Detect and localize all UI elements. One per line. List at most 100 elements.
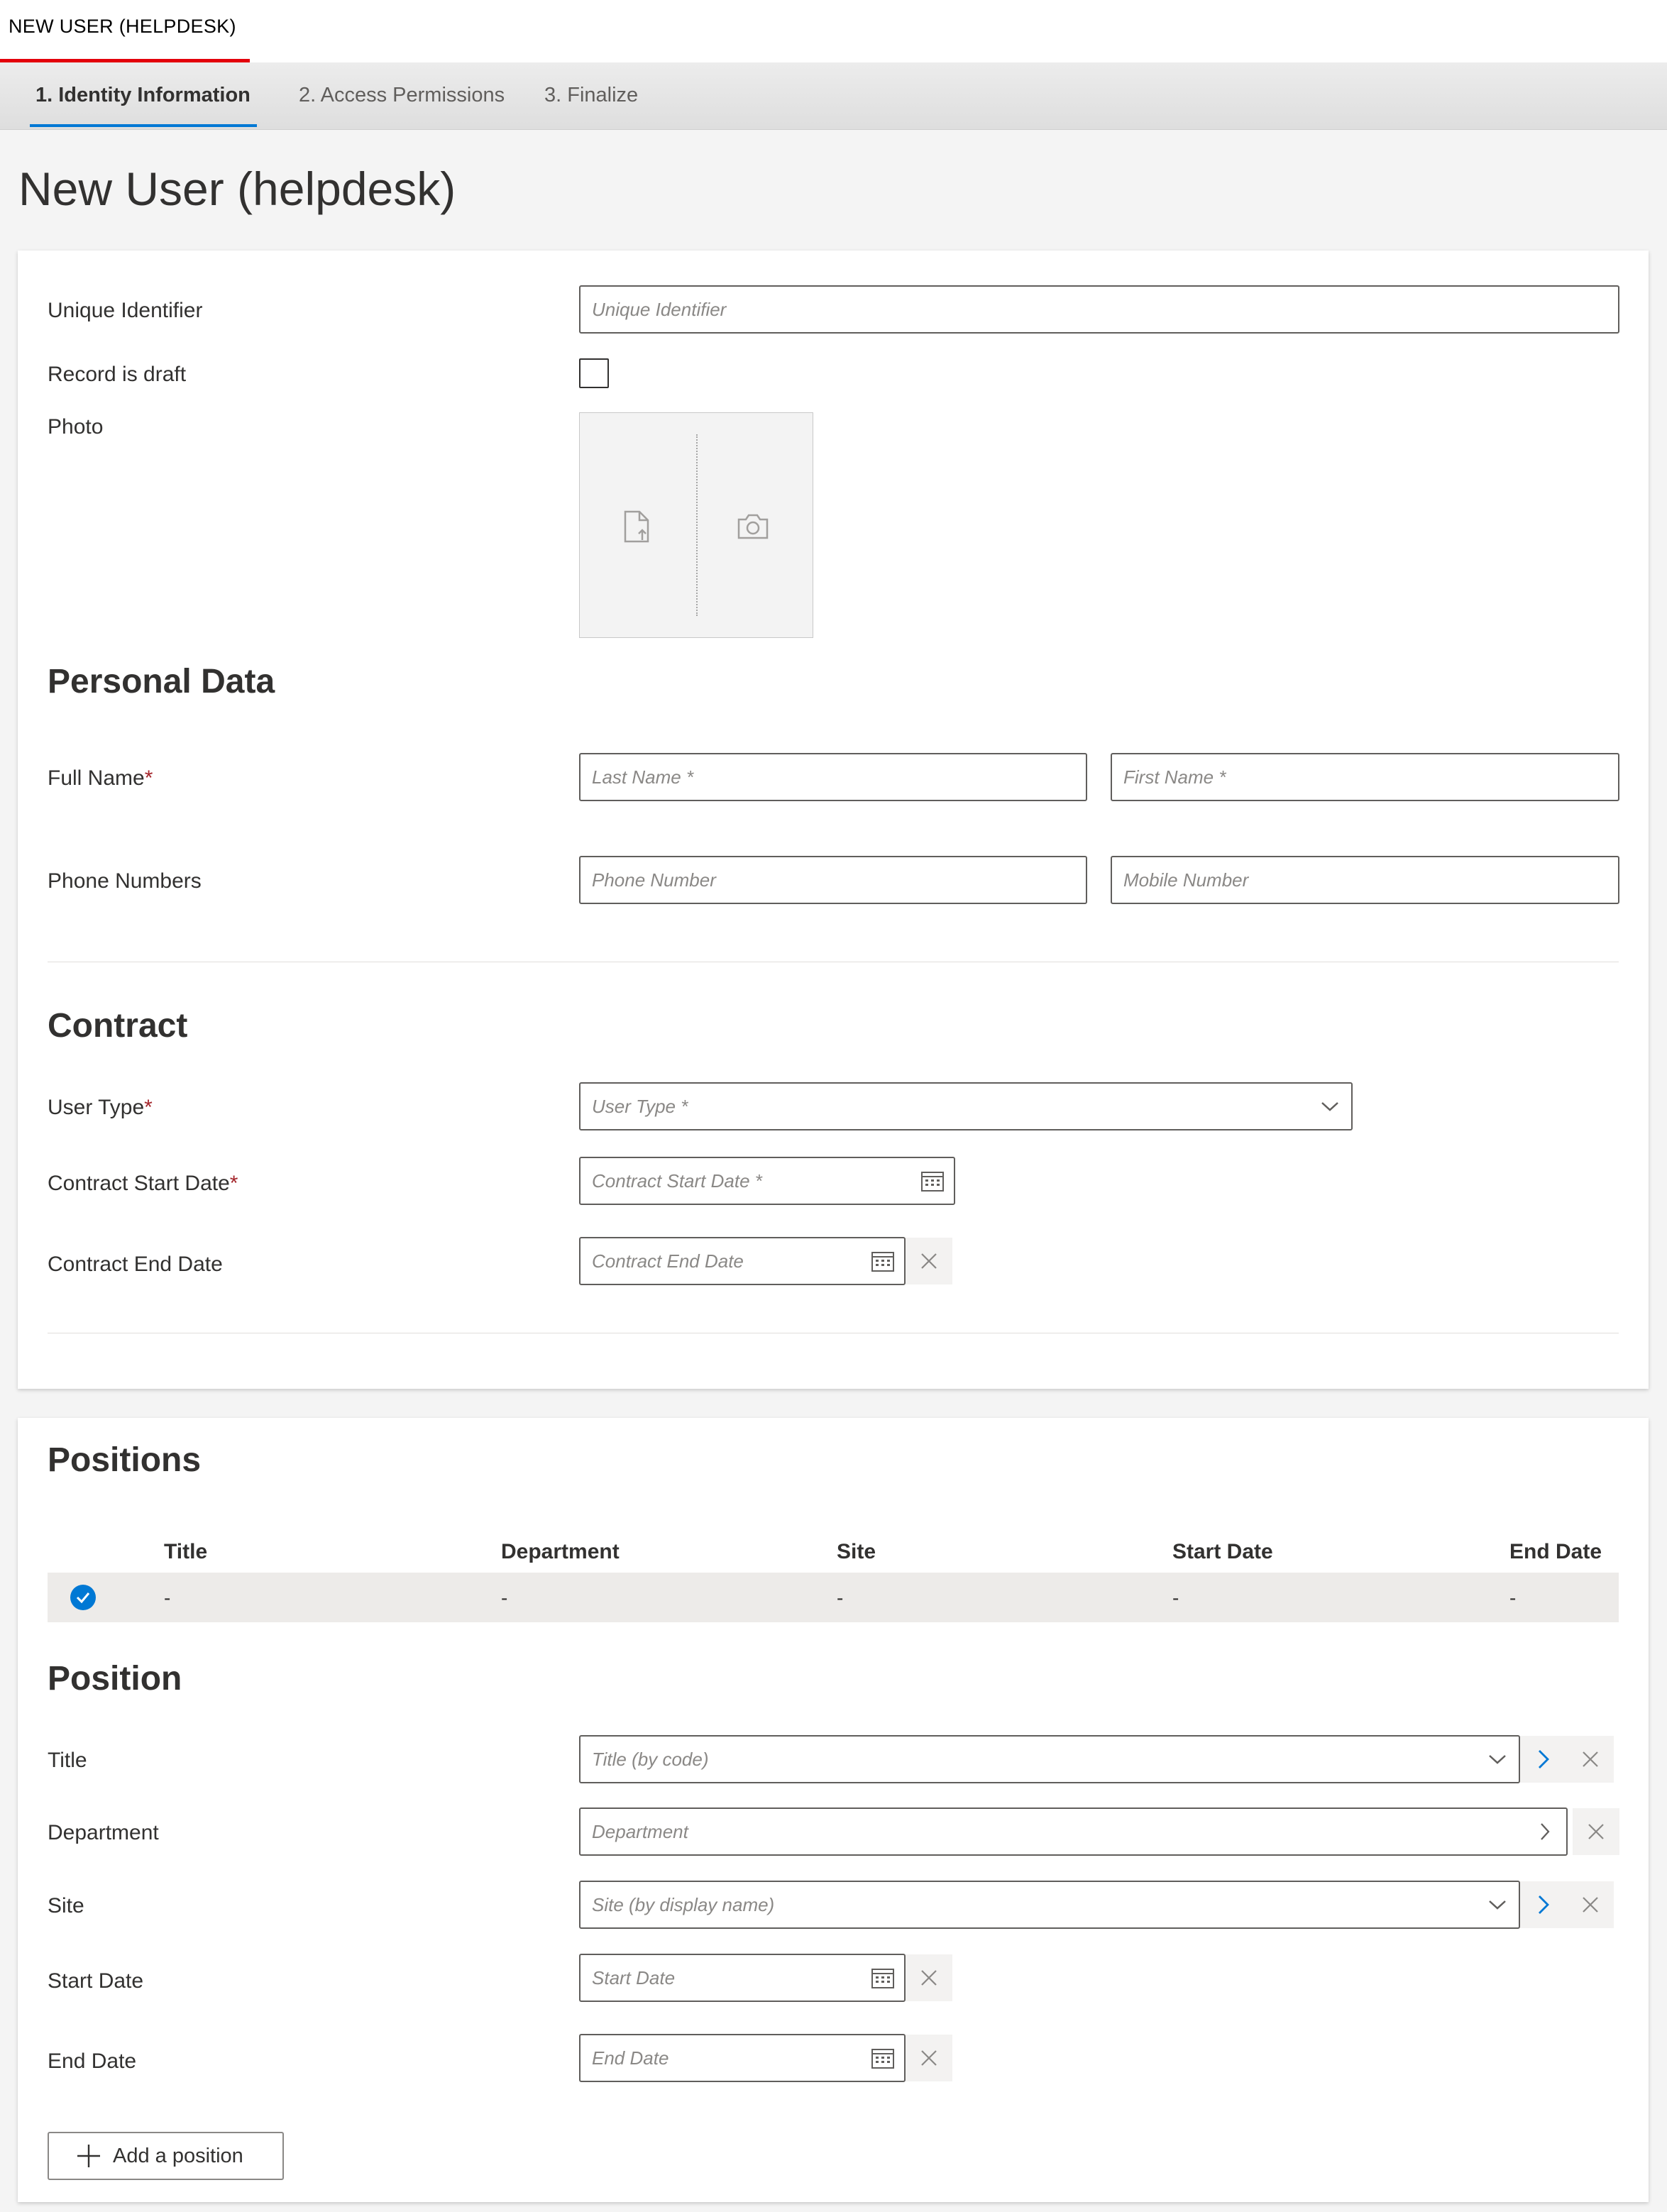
- last-name-field: [579, 753, 1087, 801]
- chevron-down-icon[interactable]: [1476, 1882, 1519, 1927]
- department-field: [579, 1807, 1568, 1856]
- cell-end-date: -: [1509, 1587, 1517, 1609]
- department-label: Department: [48, 1821, 159, 1844]
- site-dropdown[interactable]: [579, 1881, 1520, 1929]
- start-date-input[interactable]: [581, 1955, 904, 2001]
- contract-start-date-label: Contract Start Date*: [48, 1172, 238, 1196]
- column-header-end-date[interactable]: End Date: [1509, 1540, 1602, 1564]
- clear-contract-end-date-button[interactable]: [906, 1238, 952, 1284]
- end-date-field: [579, 2034, 906, 2082]
- photo-dropzone: [579, 412, 813, 638]
- full-name-label-text: Full Name: [48, 766, 145, 790]
- contract-end-date-field: [579, 1237, 906, 1285]
- unique-identifier-label: Unique Identifier: [48, 299, 203, 322]
- record-is-draft-label: Record is draft: [48, 363, 187, 386]
- plus-icon: [76, 2143, 101, 2169]
- phone-number-input[interactable]: [581, 857, 1086, 903]
- site-input[interactable]: [581, 1882, 1519, 1927]
- tab-access-permissions[interactable]: 2. Access Permissions: [299, 84, 505, 107]
- user-type-dropdown[interactable]: [579, 1082, 1353, 1130]
- positions-heading: Positions: [48, 1441, 202, 1479]
- close-icon: [921, 2050, 937, 2066]
- user-type-label: User Type*: [48, 1096, 153, 1120]
- tab-identity-information[interactable]: 1. Identity Information: [35, 84, 251, 107]
- full-name-label: Full Name*: [48, 766, 153, 791]
- unique-identifier-field: [579, 285, 1619, 334]
- required-mark: *: [144, 1096, 153, 1119]
- close-icon: [1583, 1751, 1598, 1767]
- end-date-input[interactable]: [581, 2035, 904, 2081]
- top-bar: NEW USER (HELPDESK): [0, 0, 1667, 62]
- start-date-label: Start Date: [48, 1969, 144, 1993]
- chevron-down-icon[interactable]: [1309, 1084, 1351, 1129]
- phone-numbers-label: Phone Numbers: [48, 869, 202, 893]
- clear-site-button[interactable]: [1567, 1881, 1614, 1928]
- identity-card: Unique Identifier Record is draft Photo …: [18, 251, 1649, 1389]
- selected-check-icon[interactable]: [70, 1585, 96, 1610]
- file-upload-icon[interactable]: [615, 505, 658, 548]
- calendar-icon[interactable]: [862, 1238, 904, 1284]
- required-mark: *: [144, 766, 153, 790]
- cell-start-date: -: [1172, 1587, 1179, 1609]
- close-icon: [921, 1253, 937, 1269]
- column-header-site[interactable]: Site: [837, 1540, 876, 1564]
- calendar-icon[interactable]: [911, 1158, 954, 1204]
- app-tab-label: NEW USER (HELPDESK): [9, 16, 236, 37]
- chevron-right-icon[interactable]: [1524, 1809, 1566, 1854]
- step-bar: 1. Identity Information 2. Access Permis…: [0, 62, 1667, 130]
- column-header-department[interactable]: Department: [501, 1540, 620, 1564]
- first-name-field: [1111, 753, 1619, 801]
- chevron-down-icon[interactable]: [1476, 1737, 1519, 1782]
- contract-end-date-input[interactable]: [581, 1238, 904, 1284]
- department-input[interactable]: [581, 1809, 1566, 1854]
- table-row[interactable]: - - - - -: [48, 1573, 1619, 1622]
- calendar-icon[interactable]: [862, 2035, 904, 2081]
- title-dropdown[interactable]: [579, 1735, 1520, 1783]
- clear-title-button[interactable]: [1567, 1736, 1614, 1783]
- add-position-button[interactable]: Add a position: [48, 2132, 284, 2180]
- user-type-label-text: User Type: [48, 1096, 145, 1119]
- contract-end-date-label: Contract End Date: [48, 1253, 223, 1276]
- cell-department: -: [501, 1587, 508, 1609]
- mobile-number-field: [1111, 856, 1619, 904]
- contract-start-date-input[interactable]: [581, 1158, 954, 1204]
- end-date-label: End Date: [48, 2049, 137, 2073]
- active-step-indicator: [30, 124, 257, 127]
- column-header-title[interactable]: Title: [164, 1540, 207, 1564]
- start-date-field: [579, 1954, 906, 2002]
- site-label: Site: [48, 1894, 84, 1917]
- user-type-select[interactable]: [581, 1084, 1351, 1129]
- column-header-start-date[interactable]: Start Date: [1172, 1540, 1273, 1564]
- required-mark: *: [229, 1172, 238, 1195]
- add-position-label: Add a position: [113, 2144, 243, 2167]
- close-icon: [1583, 1897, 1598, 1913]
- personal-data-heading: Personal Data: [48, 663, 275, 700]
- close-icon: [1588, 1824, 1604, 1839]
- cell-title: -: [164, 1587, 171, 1609]
- photo-label: Photo: [48, 415, 104, 439]
- tab-finalize[interactable]: 3. Finalize: [544, 84, 638, 107]
- calendar-icon[interactable]: [862, 1955, 904, 2001]
- position-heading: Position: [48, 1660, 182, 1697]
- app-tab[interactable]: NEW USER (HELPDESK): [0, 0, 250, 62]
- open-site-button[interactable]: [1520, 1881, 1567, 1928]
- first-name-input[interactable]: [1112, 754, 1618, 800]
- clear-start-date-button[interactable]: [906, 1954, 952, 2001]
- record-is-draft-checkbox[interactable]: [579, 358, 609, 388]
- mobile-number-input[interactable]: [1112, 857, 1618, 903]
- page-title: New User (helpdesk): [18, 163, 456, 215]
- last-name-input[interactable]: [581, 754, 1086, 800]
- photo-divider: [696, 434, 698, 616]
- clear-end-date-button[interactable]: [906, 2035, 952, 2081]
- title-label: Title: [48, 1749, 87, 1772]
- unique-identifier-input[interactable]: [581, 287, 1618, 332]
- positions-card: Positions Title Department Site Start Da…: [18, 1418, 1649, 2202]
- chevron-right-icon: [1539, 1750, 1549, 1768]
- contract-start-date-field: [579, 1157, 955, 1205]
- clear-department-button[interactable]: [1573, 1808, 1619, 1855]
- contract-start-date-label-text: Contract Start Date: [48, 1172, 230, 1195]
- camera-icon[interactable]: [732, 505, 774, 548]
- open-title-button[interactable]: [1520, 1736, 1567, 1783]
- cell-site: -: [837, 1587, 844, 1609]
- title-input[interactable]: [581, 1737, 1519, 1782]
